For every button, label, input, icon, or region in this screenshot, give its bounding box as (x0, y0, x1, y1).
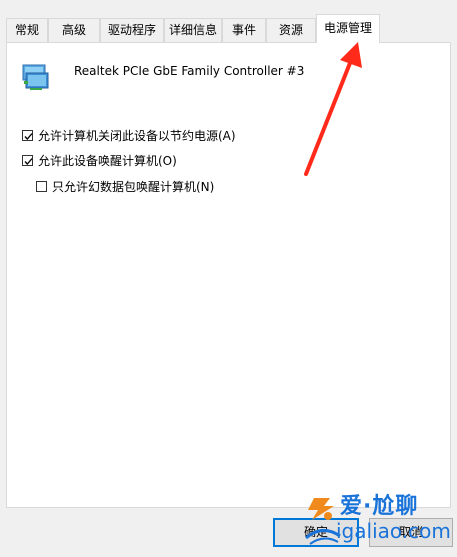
allow-wake-label: 允许此设备唤醒计算机(O) (38, 153, 177, 168)
network-adapter-icon (20, 62, 50, 92)
magic-packet-only-label: 只允许幻数据包唤醒计算机(N) (52, 179, 215, 194)
checkbox-checked-icon[interactable] (22, 129, 33, 141)
tab-general[interactable]: 常规 (6, 18, 48, 42)
magic-packet-only-checkbox[interactable]: 只允许幻数据包唤醒计算机(N) (36, 178, 214, 194)
tab-bar: 常规 高级 驱动程序 详细信息 事件 资源 电源管理 (0, 14, 457, 43)
power-management-panel (6, 42, 451, 508)
watermark-title: 爱·尬聊 (340, 494, 419, 519)
allow-turn-off-checkbox[interactable]: 允许计算机关闭此设备以节约电源(A) (22, 127, 236, 143)
tab-advanced[interactable]: 高级 (48, 18, 100, 42)
checkbox-checked-icon[interactable] (22, 154, 33, 166)
allow-wake-checkbox[interactable]: 允许此设备唤醒计算机(O) (22, 152, 177, 168)
watermark: 爱·尬聊 igaliao.com (296, 488, 456, 552)
device-name: Realtek PCIe GbE Family Controller #3 (74, 64, 305, 78)
tab-resources[interactable]: 资源 (266, 18, 316, 42)
tab-driver[interactable]: 驱动程序 (100, 18, 164, 42)
tab-events[interactable]: 事件 (222, 18, 266, 42)
watermark-url: igaliao.com (336, 519, 451, 543)
checkbox-unchecked-icon[interactable] (36, 180, 47, 192)
tab-power-management[interactable]: 电源管理 (316, 14, 380, 43)
allow-turn-off-label: 允许计算机关闭此设备以节约电源(A) (38, 128, 236, 143)
tab-details[interactable]: 详细信息 (164, 18, 222, 42)
